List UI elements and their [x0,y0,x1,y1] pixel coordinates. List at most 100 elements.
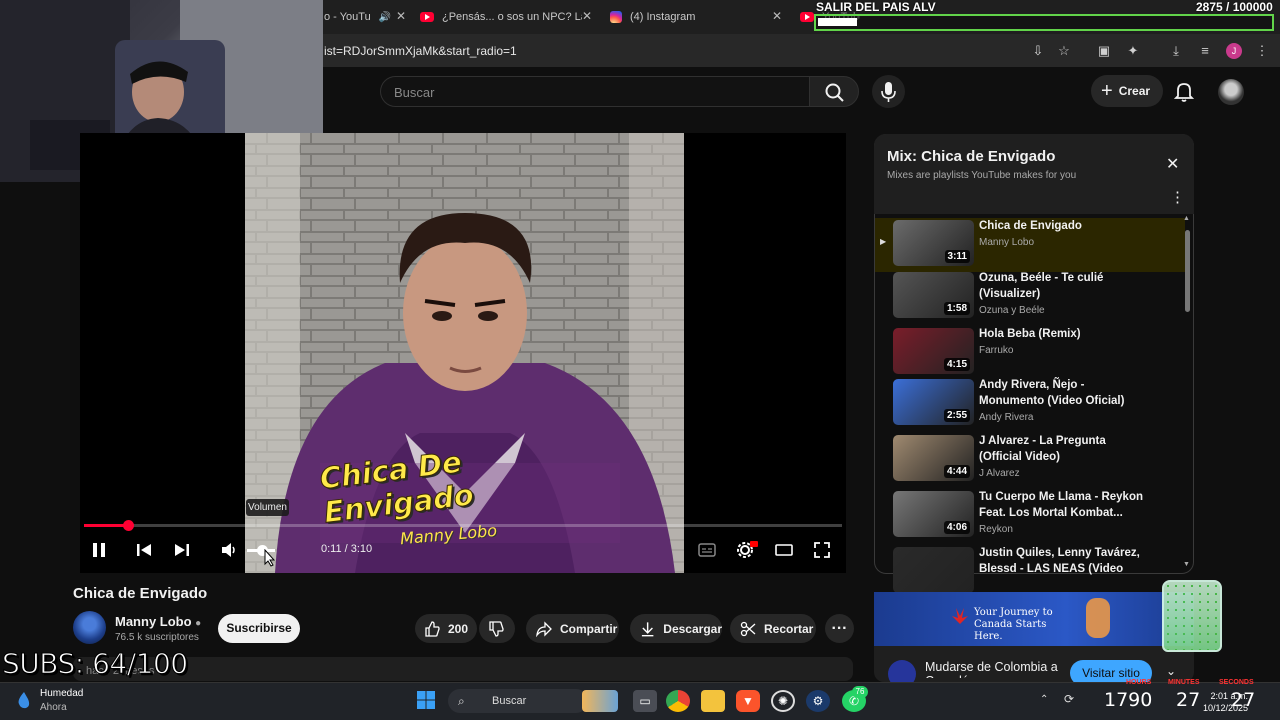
playlist-thumbnail[interactable]: 4:44 [893,435,974,481]
search-icon: ⌕ [458,694,465,708]
task-view-icon[interactable]: ▭ [633,690,657,712]
ad-title[interactable]: Mudarse de Colombia a Canadá [925,660,1065,678]
playlist-item-artist: Manny Lobo [979,237,1035,248]
refresh-icon[interactable]: ⟳ [1064,692,1074,706]
playlist-item[interactable]: 4:06 Tu Cuerpo Me Llama - Reykon Feat. Lo… [875,489,1185,543]
create-label: Crear [1118,84,1151,98]
description-box[interactable] [73,657,853,681]
playlist-thumbnail[interactable]: 1:58 [893,272,974,318]
profile-avatar[interactable]: J [1226,43,1242,59]
account-avatar[interactable] [1218,79,1244,105]
playlist-item-title: Hola Beba (Remix) [979,328,1081,340]
close-icon[interactable]: ✕ [396,9,406,23]
playlist-thumbnail[interactable] [893,547,974,593]
channel-name[interactable]: Manny Lobo ● [115,614,201,629]
video-title: Chica de Envigado [73,585,208,602]
downloads-icon[interactable]: ⤓ [1168,43,1184,59]
thumbs-down-icon [489,620,504,637]
more-actions-button[interactable]: ··· [825,614,854,643]
playlist-menu-icon[interactable]: ⋮ [1170,188,1185,206]
humidity-icon [14,690,34,710]
chrome-icon[interactable] [666,690,690,712]
settings-button[interactable] [736,541,758,559]
clip-button[interactable]: Recortar [730,614,816,643]
taskbar-search-label: Buscar [492,695,527,707]
playlist-item[interactable]: ▶ 3:11 Chica de Envigado Manny Lobo [875,218,1185,272]
star-icon[interactable]: ☆ [1056,43,1072,59]
close-icon[interactable]: ✕ [582,9,592,23]
playlist-item[interactable]: Justin Quiles, Lenny Tavárez, Blessd - L… [875,545,1185,599]
search-input[interactable]: Buscar [380,76,810,107]
brave-icon[interactable]: ▼ [736,690,760,712]
playlist-item-artist: Farruko [979,345,1014,356]
volume-tooltip: Volumen [246,499,289,516]
fullscreen-icon [814,542,830,558]
timer-minutes-label: MINUTES [1168,679,1200,686]
create-button[interactable]: + Crear [1091,75,1163,107]
playlist-item-artist: Ozuna y Beéle [979,305,1045,316]
close-playlist-icon[interactable]: ✕ [1166,154,1179,174]
previous-button[interactable] [135,541,153,559]
extensions-icon[interactable]: ✦ [1125,43,1141,59]
playlist-thumbnail[interactable]: 4:06 [893,491,974,537]
theater-mode-button[interactable] [775,541,793,559]
url-text[interactable]: ist=RDJorSmmXjaMk&start_radio=1 [324,44,517,58]
pause-icon [93,543,105,557]
playlist-thumbnail[interactable]: 4:15 [893,328,974,374]
playlist-item[interactable]: 4:44 J Alvarez - La Pregunta (Official Vi… [875,433,1185,487]
media-icon[interactable]: ≡ [1197,43,1213,59]
scroll-down-icon[interactable]: ▼ [1183,561,1190,568]
subtitles-button[interactable] [698,541,716,559]
picture-in-picture-icon[interactable]: ▣ [1096,43,1112,59]
windows-start-icon[interactable] [416,690,436,710]
menu-icon[interactable]: ⋮ [1254,43,1270,59]
like-button[interactable]: 200 [415,614,477,643]
like-count: 200 [448,621,469,636]
youtube-icon [800,12,814,22]
mute-button[interactable] [220,541,238,559]
tab-instagram[interactable]: (4) Instagram ✕ [610,6,782,28]
next-button[interactable] [173,541,191,559]
tab-label: ¿Pensás... o sos un NPC? La Psi [442,11,582,23]
search-button[interactable] [809,76,859,107]
plus-icon: + [1101,80,1113,102]
notifications-bell-icon[interactable] [1174,81,1194,103]
download-icon [641,621,654,636]
playlist-item[interactable]: 4:15 Hola Beba (Remix) Farruko [875,326,1185,380]
playlist-scrollbar[interactable] [1185,230,1190,312]
file-explorer-icon[interactable] [701,690,725,712]
tab-youtube-current[interactable]: o - YouTu 🔊 ✕ [324,6,406,28]
widgets-icon[interactable] [582,690,618,712]
subscriber-count: 76.5 k suscriptores [115,632,199,643]
share-button[interactable]: Compartir [526,614,619,643]
taskbar-search[interactable]: Buscar [448,689,588,713]
weather-label[interactable]: Humedad [40,688,83,699]
goal-progress-fill [818,18,857,26]
tab-label: o - YouTu [324,11,371,23]
playlist-thumbnail[interactable]: 3:11 [893,220,974,266]
progress-scrubber[interactable] [123,520,134,531]
fullscreen-button[interactable] [813,541,831,559]
chevron-down-icon[interactable]: ⌄ [1166,664,1176,678]
steam-icon[interactable]: ⚙ [806,690,830,712]
clip-label: Recortar [764,621,814,636]
close-icon[interactable]: ✕ [772,9,782,23]
duration-badge: 1:58 [943,302,970,315]
chatgpt-icon[interactable]: ✺ [771,690,795,712]
pause-button[interactable] [90,541,108,559]
scroll-up-icon[interactable]: ▲ [1183,215,1190,222]
playlist-subtitle: Mixes are playlists YouTube makes for yo… [887,170,1077,181]
duration-badge: 4:15 [943,358,970,371]
playlist-item[interactable]: 2:55 Andy Rivera, Ñejo - Monumento (Video… [875,377,1185,431]
install-icon[interactable]: ⇩ [1030,43,1046,59]
playlist-thumbnail[interactable]: 2:55 [893,379,974,425]
channel-avatar[interactable] [73,611,106,644]
playlist-item[interactable]: 1:58 Ozuna, Beéle - Te culié (Visualizer)… [875,270,1185,324]
voice-search-button[interactable] [872,75,905,108]
progress-track[interactable] [84,524,842,527]
dislike-button[interactable] [479,614,515,643]
tab-youtube-npc[interactable]: ¿Pensás... o sos un NPC? La Psi ✕ [420,6,592,28]
tray-chevron-icon[interactable]: ⌃ [1040,694,1048,705]
download-button[interactable]: Descargar [630,614,722,643]
subscribe-button[interactable]: Suscribirse [218,614,300,643]
